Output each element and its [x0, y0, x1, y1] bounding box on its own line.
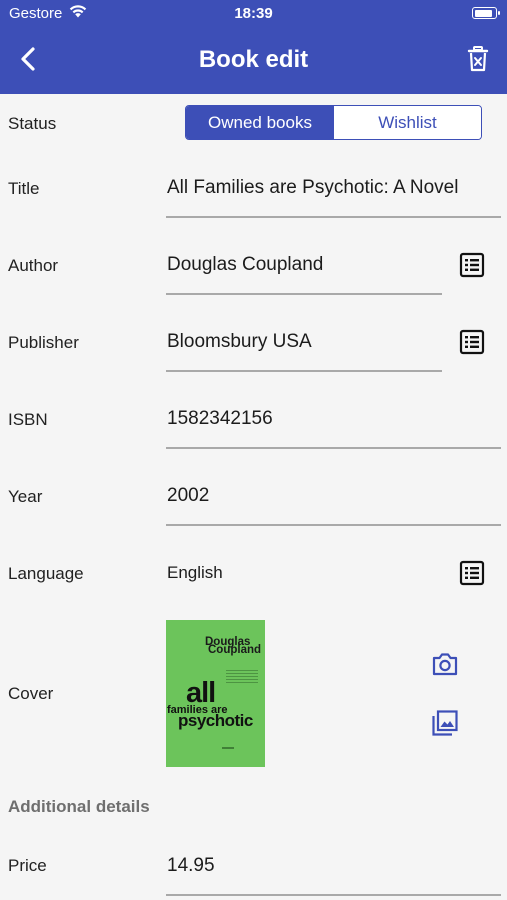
list-icon[interactable] — [459, 252, 485, 278]
year-underline — [166, 524, 501, 526]
author-underline — [166, 293, 442, 295]
list-icon[interactable] — [459, 560, 485, 586]
status-label: Status — [8, 114, 57, 133]
publisher-underline — [166, 370, 442, 372]
battery-icon — [472, 7, 500, 19]
price-underline — [166, 894, 501, 896]
app-bar: Gestore 18:39 Book edit — [0, 0, 507, 94]
trash-icon[interactable] — [464, 45, 492, 73]
isbn-underline — [166, 447, 501, 449]
status-segmented-control[interactable]: Owned books Wishlist — [185, 105, 482, 140]
price-label: Price — [8, 856, 47, 875]
cover-label: Cover — [8, 684, 54, 703]
page-title: Book edit — [198, 46, 309, 73]
publisher-field[interactable]: Bloomsbury USA — [167, 331, 312, 353]
list-icon[interactable] — [459, 329, 485, 355]
cover-title-psychotic: psychotic — [178, 711, 253, 730]
title-field[interactable]: All Families are Psychotic: A Novel — [167, 177, 458, 199]
author-field[interactable]: Douglas Coupland — [167, 254, 323, 276]
language-value[interactable]: English — [167, 563, 223, 583]
price-field[interactable]: 14.95 — [167, 855, 215, 877]
photo-library-icon[interactable] — [431, 709, 459, 737]
cover-blurb — [226, 670, 258, 690]
status-bar: Gestore 18:39 — [0, 0, 507, 28]
title-underline — [166, 216, 501, 218]
segment-wishlist[interactable]: Wishlist — [334, 106, 481, 139]
title-label: Title — [8, 179, 40, 198]
year-label: Year — [8, 487, 43, 506]
cover-image[interactable]: Douglas Coupland all families are psycho… — [166, 620, 265, 767]
language-label: Language — [8, 564, 84, 583]
camera-icon[interactable] — [431, 651, 459, 677]
segment-owned-books[interactable]: Owned books — [186, 106, 334, 139]
author-label: Author — [8, 256, 59, 275]
isbn-field[interactable]: 1582342156 — [167, 408, 273, 430]
cover-publisher-mark — [222, 747, 234, 749]
clock: 18:39 — [234, 5, 273, 22]
additional-details-heading: Additional details — [8, 797, 150, 816]
isbn-label: ISBN — [8, 410, 48, 429]
cover-author-last: Coupland — [208, 644, 262, 656]
publisher-label: Publisher — [8, 333, 79, 352]
year-field[interactable]: 2002 — [167, 485, 209, 507]
